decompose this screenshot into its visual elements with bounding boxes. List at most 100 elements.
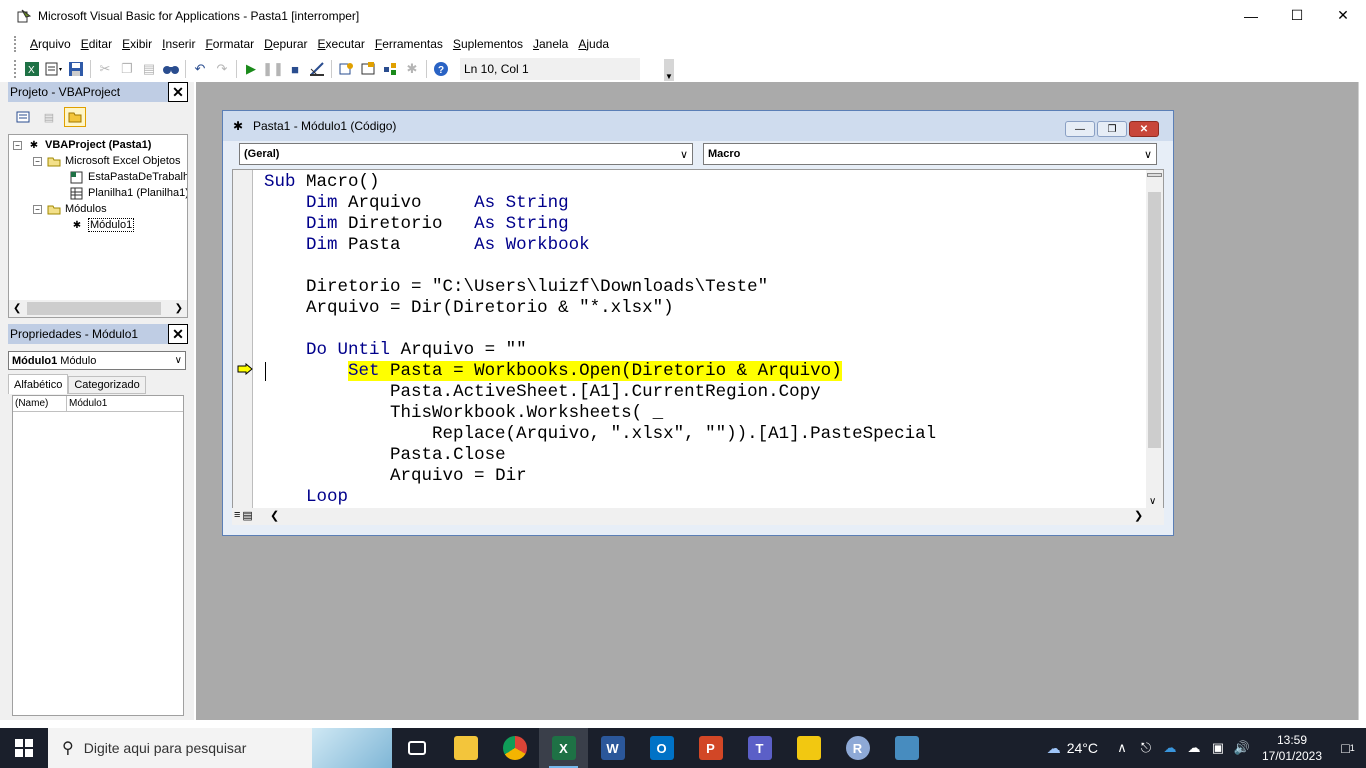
scroll-right-icon[interactable]: ❯ [1134,509,1143,522]
object-combo[interactable]: (Geral) ∨ [239,143,693,165]
scroll-right-icon[interactable]: ❯ [175,303,183,314]
start-button[interactable] [0,728,48,768]
weather-widget[interactable]: ☁ 24°C [1047,740,1098,757]
menu-executar[interactable]: Executar [313,37,370,51]
scroll-thumb[interactable] [1148,192,1161,448]
excel-button[interactable]: X [539,728,588,768]
taskbar-search[interactable]: ⚲ Digite aqui para pesquisar [48,728,392,768]
usb-icon[interactable]: ⎋ [1134,740,1158,756]
code-window-titlebar[interactable]: ✱ Pasta1 - Módulo1 (Código) [223,111,1173,141]
clock[interactable]: 13:59 17/01/2023 [1254,732,1330,764]
maximize-button[interactable]: ☐ [1274,0,1320,31]
tree-node-project[interactable]: − ✱ VBAProject (Pasta1) [13,137,151,153]
procedure-combo[interactable]: Macro ∨ [703,143,1157,165]
code-line[interactable]: Dim Pasta As Workbook [264,235,936,256]
object-browser-icon[interactable] [379,58,401,80]
chevron-up-icon[interactable]: ∧ [1110,740,1134,756]
object-selector[interactable]: Módulo1 Módulo ∨ [8,351,186,370]
menu-arquivo[interactable]: Arquivo [25,37,76,51]
code-line[interactable]: Arquivo = Dir [264,466,936,487]
code-line[interactable]: Arquivo = Dir(Diretorio & "*.xlsx") [264,298,936,319]
property-value[interactable]: Módulo1 [67,396,107,411]
close-icon[interactable]: ✕ [168,324,188,344]
code-line[interactable] [264,256,936,277]
toolbar-options-icon[interactable]: ▼ [664,59,674,81]
toggle-folders-icon[interactable] [64,107,86,127]
menu-janela[interactable]: Janela [528,37,573,51]
powerpoint-button[interactable]: P [686,728,735,768]
notification-button[interactable]: □ 1 [1330,740,1366,756]
godot-button[interactable] [882,728,931,768]
tab-categorizado[interactable]: Categorizado [68,376,146,394]
task-view-button[interactable] [392,728,441,768]
code-line[interactable]: Pasta.ActiveSheet.[A1].CurrentRegion.Cop… [264,382,936,403]
tree-node-sheet[interactable]: Planilha1 (Planilha1) [69,185,187,201]
close-icon[interactable]: ✕ [168,82,188,102]
menu-exibir[interactable]: Exibir [117,37,157,51]
menu-inserir[interactable]: Inserir [157,37,200,51]
margin-indicator-bar[interactable] [233,170,253,510]
code-line[interactable]: Pasta.Close [264,445,936,466]
properties-icon[interactable] [357,58,379,80]
close-button[interactable]: ✕ [1320,0,1366,31]
code-line[interactable]: Sub Macro() [264,172,936,193]
code-line[interactable]: Dim Diretorio As String [264,214,936,235]
code-line[interactable]: Set Pasta = Workbooks.Open(Diretorio & A… [264,361,936,382]
minimize-button[interactable]: — [1228,0,1274,31]
volume-icon[interactable]: 🔊 [1230,740,1254,756]
cut-icon[interactable]: ✂ [94,58,116,80]
run-icon[interactable]: ▶ [240,58,262,80]
property-row[interactable]: (Name) Módulo1 [13,396,183,412]
file-explorer-button[interactable] [441,728,490,768]
code-line[interactable]: Do Until Arquivo = "" [264,340,936,361]
code-vertical-scrollbar[interactable]: ∨ [1146,170,1163,510]
collapse-icon[interactable]: − [33,204,42,214]
scroll-left-icon[interactable]: ❮ [270,509,279,522]
tree-node-module1[interactable]: ✱ Módulo1 [69,217,135,233]
menu-formatar[interactable]: Formatar [200,37,259,51]
collapse-icon[interactable]: − [33,156,42,166]
menu-grip[interactable] [14,35,17,52]
find-icon[interactable] [160,58,182,80]
scroll-thumb[interactable] [282,511,982,522]
teams-button[interactable]: T [735,728,784,768]
menu-depurar[interactable]: Depurar [259,37,312,51]
excel-view-icon[interactable]: X [21,58,43,80]
save-icon[interactable] [65,58,87,80]
code-restore-button[interactable]: ❐ [1097,121,1127,137]
code-line[interactable]: ThisWorkbook.Worksheets( _ [264,403,936,424]
onedrive-icon[interactable]: ☁ [1158,740,1182,756]
design-mode-icon[interactable] [306,58,328,80]
code-line[interactable]: Replace(Arquivo, ".xlsx", "")).[A1].Past… [264,424,936,445]
project-explorer-icon[interactable] [335,58,357,80]
r-button[interactable]: R [833,728,882,768]
code-text[interactable]: Sub Macro() Dim Arquivo As String Dim Di… [264,172,936,508]
paste-icon[interactable]: ▤ [138,58,160,80]
insert-module-icon[interactable] [43,58,65,80]
collapse-icon[interactable]: − [13,140,22,150]
procedure-view-icon[interactable]: ≡ [234,509,240,522]
code-line[interactable]: Diretorio = "C:\Users\luizf\Downloads\Te… [264,277,936,298]
code-minimize-button[interactable]: — [1065,121,1095,137]
outlook-button[interactable]: O [637,728,686,768]
code-editor[interactable]: Sub Macro() Dim Arquivo As String Dim Di… [232,169,1164,511]
code-line[interactable]: Dim Arquivo As String [264,193,936,214]
tree-node-excel-objects[interactable]: − Microsoft Excel Objetos [33,153,181,169]
code-line[interactable] [264,319,936,340]
help-icon[interactable]: ? [430,58,452,80]
word-button[interactable]: W [588,728,637,768]
tree-horizontal-scrollbar[interactable]: ❮ ❯ [9,300,187,317]
full-module-view-icon[interactable]: ▤ [242,509,252,522]
tab-alfabetico[interactable]: Alfabético [8,374,69,394]
copy-icon[interactable]: ❐ [116,58,138,80]
toolbar-grip[interactable] [14,60,17,78]
onedrive-personal-icon[interactable]: ☁ [1182,740,1206,756]
power-bi-button[interactable] [784,728,833,768]
tree-node-modules[interactable]: − Módulos [33,201,107,217]
code-horizontal-scrollbar[interactable]: ≡ ▤ ❮ ❯ [232,508,1164,525]
menu-editar[interactable]: Editar [76,37,117,51]
scroll-down-icon[interactable]: ∨ [1149,496,1156,507]
code-close-button[interactable]: ✕ [1129,121,1159,137]
menu-ferramentas[interactable]: Ferramentas [370,37,448,51]
toolbox-icon[interactable]: ✱ [401,58,423,80]
